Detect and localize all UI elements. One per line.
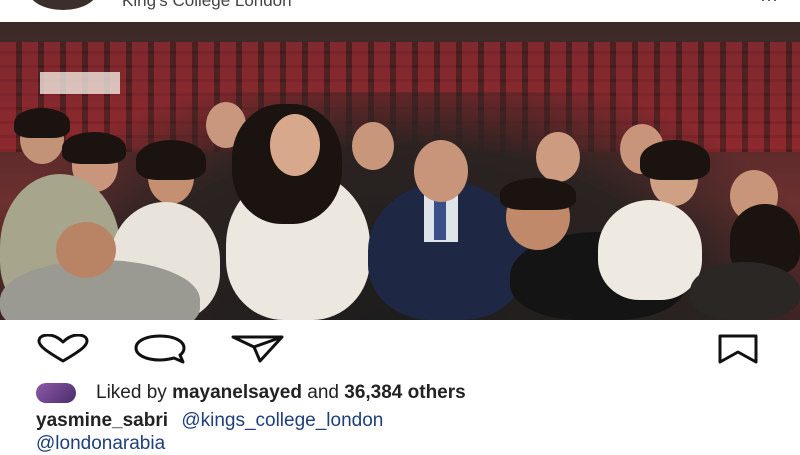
person-hair bbox=[62, 132, 126, 164]
person-body bbox=[598, 200, 702, 300]
caption-mention[interactable]: @kings_college_london bbox=[181, 410, 383, 431]
likes-text: Liked by mayanelsayed and 36,384 others bbox=[96, 382, 466, 404]
heart-icon[interactable] bbox=[36, 334, 90, 364]
likes-row: Liked by mayanelsayed and 36,384 others bbox=[36, 380, 466, 406]
person-hair bbox=[136, 140, 206, 180]
caption-username[interactable]: yasmine_sabri bbox=[36, 410, 168, 431]
person-body bbox=[690, 262, 800, 320]
post-actions bbox=[0, 320, 800, 380]
person-head bbox=[56, 222, 116, 278]
bookmark-icon[interactable] bbox=[716, 333, 760, 365]
caption-mention[interactable]: @londonarabia bbox=[36, 433, 165, 454]
liker-username[interactable]: mayanelsayed bbox=[172, 382, 302, 403]
post-caption: yasmine_sabri @kings_college_london bbox=[36, 410, 383, 432]
account-avatar[interactable] bbox=[28, 0, 98, 10]
post-photo[interactable] bbox=[0, 22, 800, 320]
person-hair bbox=[640, 140, 710, 180]
liker-avatar[interactable] bbox=[36, 383, 76, 403]
person-hair bbox=[14, 108, 70, 138]
post-caption-line2: @londonarabia bbox=[36, 433, 165, 455]
person-head bbox=[352, 122, 394, 170]
account-name[interactable]: King's College London bbox=[122, 0, 292, 11]
likes-prefix: Liked by bbox=[96, 382, 167, 403]
more-options-icon[interactable]: ⋯ bbox=[760, 0, 778, 11]
send-icon[interactable] bbox=[230, 334, 286, 364]
likes-joiner: and bbox=[307, 382, 339, 403]
person-head bbox=[270, 114, 320, 176]
person-hair bbox=[500, 178, 576, 210]
person-head bbox=[536, 132, 580, 182]
post-header: King's College London ⋯ bbox=[0, 0, 800, 22]
likes-count[interactable]: 36,384 others bbox=[344, 382, 465, 403]
person-head bbox=[414, 140, 468, 202]
comment-icon[interactable] bbox=[132, 333, 188, 365]
stage-light bbox=[40, 72, 120, 94]
